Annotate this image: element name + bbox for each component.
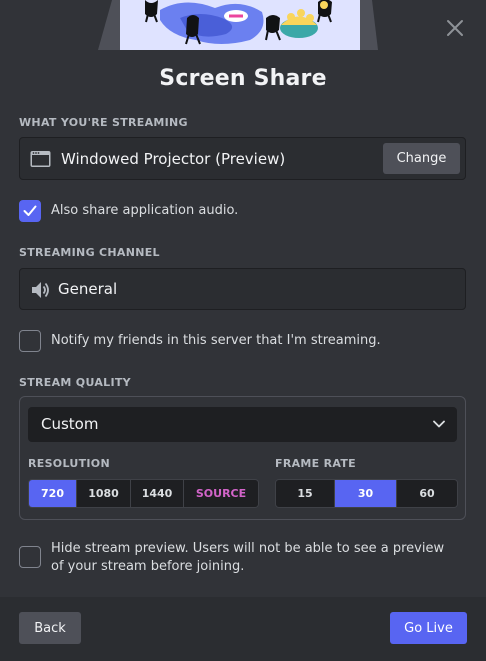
modal-footer: Back Go Live	[0, 597, 486, 661]
resolution-option-1440[interactable]: 1440	[131, 480, 184, 507]
share-audio-label: Also share application audio.	[51, 203, 239, 218]
quality-preset-value: Custom	[41, 415, 99, 433]
share-audio-row[interactable]: Also share application audio.	[19, 200, 238, 222]
frame-rate-selector: 15 30 60	[275, 479, 458, 508]
frame-rate-option-60[interactable]: 60	[397, 480, 457, 507]
modal-title: Screen Share	[159, 66, 327, 91]
frame-rate-option-30[interactable]: 30	[335, 480, 397, 507]
quality-preset-dropdown[interactable]: Custom	[28, 407, 457, 442]
frame-rate-option-15[interactable]: 15	[276, 480, 335, 507]
stream-quality-panel: Custom RESOLUTION 720 1080 1440 SOURCE F…	[19, 396, 466, 520]
share-audio-checkbox[interactable]	[19, 200, 41, 222]
resolution-option-1080[interactable]: 1080	[77, 480, 131, 507]
source-section-label: WHAT YOU'RE STREAMING	[19, 116, 188, 129]
channel-section-label: STREAMING CHANNEL	[19, 246, 160, 259]
chevron-down-icon	[433, 420, 445, 428]
change-source-button[interactable]: Change	[383, 143, 460, 174]
resolution-option-source[interactable]: SOURCE	[184, 480, 258, 507]
quality-section-label: STREAM QUALITY	[19, 376, 131, 389]
checkmark-icon	[23, 205, 37, 216]
hide-preview-checkbox[interactable]	[19, 546, 41, 568]
close-icon[interactable]	[444, 17, 466, 39]
hide-preview-row[interactable]: Hide stream preview. Users will not be a…	[19, 538, 459, 576]
source-name: Windowed Projector (Preview)	[61, 150, 286, 168]
notify-friends-checkbox[interactable]	[19, 330, 41, 352]
resolution-label: RESOLUTION	[28, 457, 110, 470]
back-button[interactable]: Back	[19, 612, 81, 644]
header-illustration	[98, 0, 378, 50]
window-icon	[30, 151, 51, 167]
resolution-selector: 720 1080 1440 SOURCE	[28, 479, 259, 508]
resolution-option-720[interactable]: 720	[29, 480, 77, 507]
frame-rate-label: FRAME RATE	[275, 457, 356, 470]
hide-preview-label: Hide stream preview. Users will not be a…	[51, 541, 445, 574]
source-field: Windowed Projector (Preview) Change	[19, 137, 466, 180]
channel-field: General	[19, 268, 466, 310]
notify-friends-label: Notify my friends in this server that I'…	[51, 333, 381, 348]
channel-name: General	[58, 280, 118, 298]
notify-friends-row[interactable]: Notify my friends in this server that I'…	[19, 330, 381, 352]
speaker-icon	[32, 282, 49, 298]
go-live-button[interactable]: Go Live	[390, 612, 467, 644]
